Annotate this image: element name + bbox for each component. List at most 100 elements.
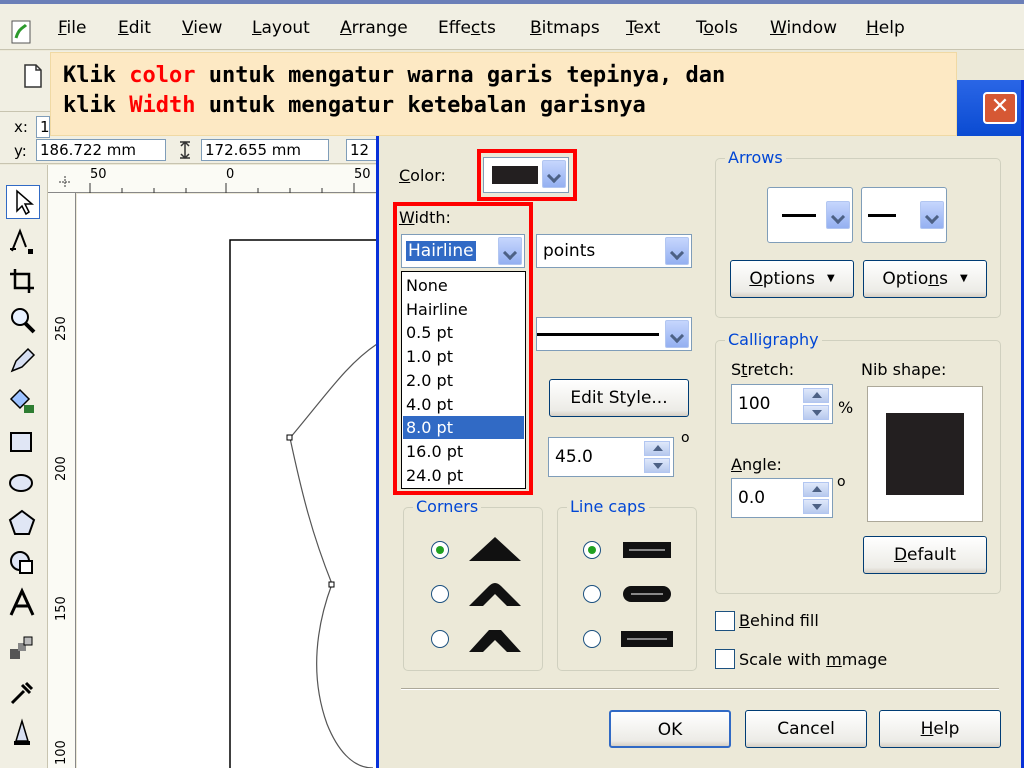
end-arrow-dropdown[interactable] <box>861 187 947 243</box>
app-icon <box>11 20 31 44</box>
color-label: Color: <box>399 166 446 185</box>
miter-limit-spinner[interactable]: 45.0 <box>548 437 674 477</box>
spin-up-icon[interactable] <box>644 441 670 456</box>
smart-fill-tool[interactable] <box>6 385 40 419</box>
ruler-v-tick-label: 250 <box>54 316 69 341</box>
ruler-v-tick-label: 100 <box>54 740 69 765</box>
new-document-icon[interactable] <box>22 63 44 89</box>
rectangle-tool[interactable] <box>6 427 40 461</box>
zoom-tool[interactable] <box>6 305 40 339</box>
x-label: x: <box>14 118 28 136</box>
interactive-blend-icon <box>10 636 33 659</box>
stretch-spinner[interactable]: 100 <box>731 384 833 424</box>
ellipse-tool[interactable] <box>6 467 40 501</box>
outline-tool[interactable] <box>6 717 40 751</box>
help-button[interactable]: Help <box>879 710 1001 748</box>
cancel-button[interactable]: Cancel <box>745 710 867 748</box>
percent-symbol: % <box>838 398 854 417</box>
start-arrow-options-button[interactable]: Options <box>730 260 854 298</box>
shape-tool[interactable] <box>6 225 40 259</box>
pick-tool[interactable] <box>6 185 40 219</box>
object-height-icon <box>180 140 190 160</box>
color-highlight-box <box>477 149 577 201</box>
freehand-tool[interactable] <box>6 345 40 379</box>
crop-icon <box>10 269 34 293</box>
polygon-tool[interactable] <box>6 507 40 541</box>
corners-title: Corners <box>413 497 482 516</box>
menu-item[interactable]: Window <box>770 18 837 38</box>
menu-bar: File Edit View Layout Arrange Effects Bitmaps T… <box>0 4 1024 50</box>
miter-limit-spin-buttons[interactable] <box>644 441 670 473</box>
menu-item[interactable]: File <box>58 18 86 38</box>
scale-field[interactable]: 12 <box>346 139 380 161</box>
zoom-icon <box>11 308 36 334</box>
menu-item[interactable]: Text <box>626 18 660 38</box>
note-highlight-width: Width <box>129 93 196 118</box>
angle-spin-buttons[interactable] <box>803 482 829 514</box>
menu-item[interactable]: Tools <box>696 18 738 38</box>
curve-node <box>328 581 335 588</box>
cap-square-radio[interactable] <box>583 630 601 648</box>
ruler-h-tick-label: 50 <box>90 167 107 182</box>
arrow-pointer-icon <box>16 189 35 216</box>
corner-miter-radio[interactable] <box>431 541 449 559</box>
ruler-h-tick-label: 50 <box>354 167 371 182</box>
menu-item[interactable]: Bitmaps <box>530 18 600 38</box>
units-dropdown[interactable]: points <box>536 234 692 268</box>
nib-shape-preview[interactable] <box>867 386 983 522</box>
drawing-canvas[interactable] <box>77 194 391 768</box>
line-style-dropdown[interactable] <box>536 317 692 351</box>
toolbox <box>0 165 48 768</box>
shape-node-icon <box>10 228 33 254</box>
line-caps-title: Line caps <box>567 497 649 516</box>
outline-pen-dialog: ✕ Color: Width: Hairline points None Hair… <box>376 80 1024 768</box>
close-button[interactable]: ✕ <box>983 92 1017 124</box>
scale-with-image-checkbox[interactable] <box>715 649 735 669</box>
y-position-field[interactable]: 186.722 mm <box>36 139 166 161</box>
note-highlight-color: color <box>129 63 196 88</box>
object-height-field[interactable]: 172.655 mm <box>201 139 329 161</box>
menu-item[interactable]: Help <box>866 18 905 38</box>
angle-spinner[interactable]: 0.0 <box>731 478 833 518</box>
degree-symbol: o <box>681 430 690 446</box>
text-tool[interactable] <box>6 587 40 621</box>
text-a-icon <box>9 587 35 616</box>
menu-item[interactable]: Arrange <box>340 18 408 38</box>
ruler-v-tick-label: 150 <box>54 596 69 621</box>
edit-style-button[interactable]: Edit Style... <box>549 379 689 417</box>
cap-butt-icon <box>623 542 671 558</box>
chevron-down-icon <box>665 320 689 348</box>
default-button[interactable]: Default <box>863 536 987 574</box>
end-arrow-options-button[interactable]: Options <box>863 260 987 298</box>
menu-item[interactable]: Layout <box>252 18 310 38</box>
spin-up-icon[interactable] <box>803 482 829 497</box>
stretch-value: 100 <box>738 394 771 414</box>
cap-butt-radio[interactable] <box>583 541 601 559</box>
spin-down-icon[interactable] <box>644 458 670 473</box>
crop-tool[interactable] <box>6 265 40 299</box>
stretch-spin-buttons[interactable] <box>803 388 829 420</box>
corner-round-radio[interactable] <box>431 585 449 603</box>
spin-up-icon[interactable] <box>803 388 829 403</box>
curve-node <box>286 434 293 441</box>
eyedropper-tool[interactable] <box>6 677 40 711</box>
menu-item[interactable]: Edit <box>118 18 151 38</box>
start-arrow-dropdown[interactable] <box>767 187 853 243</box>
basic-shapes-tool[interactable] <box>6 547 40 581</box>
options-label-start: O <box>749 269 763 289</box>
menu-item[interactable]: View <box>182 18 222 38</box>
miter-limit-value: 45.0 <box>555 447 593 467</box>
width-highlight-box <box>393 202 533 495</box>
cap-round-radio[interactable] <box>583 585 601 603</box>
menu-item[interactable]: Effects <box>438 18 496 38</box>
spin-down-icon[interactable] <box>803 405 829 420</box>
rectangle-icon <box>10 432 32 452</box>
ok-button[interactable]: OK <box>609 710 731 748</box>
x-position-field[interactable]: 1 <box>36 116 50 138</box>
close-icon: ✕ <box>990 94 1010 119</box>
spin-down-icon[interactable] <box>803 499 829 514</box>
corner-bevel-radio[interactable] <box>431 630 449 648</box>
y-label: y: <box>14 142 27 160</box>
interactive-blend-tool[interactable] <box>6 633 40 667</box>
behind-fill-checkbox[interactable] <box>715 611 735 631</box>
